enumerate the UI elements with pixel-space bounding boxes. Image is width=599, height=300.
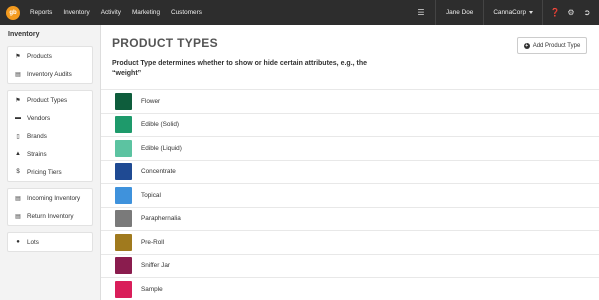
- color-swatch: [115, 233, 132, 251]
- sidebar-item-label: Pricing Tiers: [27, 168, 62, 176]
- flask-icon: ▲: [15, 151, 21, 157]
- color-swatch: [115, 210, 132, 228]
- globe-icon: ●: [16, 239, 20, 245]
- list-item[interactable]: Sniffer Jar: [101, 253, 599, 278]
- sidebar-title: Inventory: [8, 31, 40, 38]
- clipboard-icon: ▤: [15, 71, 21, 78]
- sidebar-item-lots[interactable]: ● Lots: [8, 233, 92, 251]
- sidebar-item-label: Return Inventory: [27, 212, 74, 220]
- color-swatch: [115, 280, 132, 298]
- nav-activity[interactable]: Activity: [101, 9, 121, 16]
- brand-logo[interactable]: gb: [6, 5, 20, 20]
- sidebar-item-label: Incoming Inventory: [27, 194, 81, 202]
- plus-circle-icon: +: [523, 42, 530, 49]
- sidebar-item-incoming-inventory[interactable]: ▤ Incoming Inventory: [8, 189, 92, 207]
- inbox-in-icon: ▤: [15, 195, 21, 202]
- top-navbar: gb Reports Inventory Activity Marketing …: [0, 0, 599, 25]
- sidebar-group: ● Lots: [7, 232, 93, 252]
- color-swatch: [115, 163, 132, 181]
- sidebar-item-label: Inventory Audits: [27, 70, 72, 78]
- list-item[interactable]: Edible (Liquid): [101, 136, 599, 160]
- product-type-name: Sniffer Jar: [141, 262, 171, 270]
- inbox-out-icon: ▤: [15, 213, 21, 220]
- list-item[interactable]: Concentrate: [101, 159, 599, 184]
- product-type-list: Flower Edible (Solid) Edible (Liquid) Co…: [101, 89, 599, 300]
- nav-divider: [542, 0, 543, 25]
- list-item[interactable]: Paraphernalia: [101, 206, 599, 231]
- sidebar-item-label: Lots: [27, 238, 39, 246]
- add-button-label: Add Product Type: [532, 42, 581, 49]
- product-type-name: Paraphernalia: [141, 215, 181, 223]
- bookmark-icon: ▯: [16, 133, 20, 140]
- sidebar-item-pricing-tiers[interactable]: $ Pricing Tiers: [8, 163, 92, 181]
- sidebar-group: ▤ Incoming Inventory ▤ Return Inventory: [7, 188, 93, 226]
- product-type-name: Sample: [141, 285, 163, 293]
- sidebar-item-strains[interactable]: ▲ Strains: [8, 145, 92, 163]
- nav-right: ☰ Jane Doe CannaCorp ❓ ⚙ ➲: [413, 0, 599, 25]
- sidebar-group: ⚑ Products ▤ Inventory Audits: [7, 46, 93, 84]
- sidebar-item-brands[interactable]: ▯ Brands: [8, 127, 92, 145]
- page-title: PRODUCT TYPES: [112, 36, 218, 50]
- user-name[interactable]: Jane Doe: [436, 9, 483, 16]
- product-type-name: Topical: [141, 191, 161, 199]
- nav-reports[interactable]: Reports: [30, 9, 52, 16]
- color-swatch: [115, 116, 132, 134]
- product-type-name: Flower: [141, 97, 161, 105]
- sidebar: Inventory ⚑ Products ▤ Inventory Audits …: [0, 25, 101, 300]
- nav-inventory[interactable]: Inventory: [63, 9, 89, 16]
- tags-icon: ⚑: [15, 97, 21, 104]
- sidebar-item-return-inventory[interactable]: ▤ Return Inventory: [8, 207, 92, 225]
- product-type-name: Edible (Liquid): [141, 144, 182, 152]
- sidebar-item-inventory-audits[interactable]: ▤ Inventory Audits: [8, 65, 92, 83]
- dollar-icon: $: [16, 169, 20, 175]
- tag-icon: ⚑: [15, 53, 21, 60]
- list-item[interactable]: Topical: [101, 183, 599, 207]
- org-dropdown[interactable]: CannaCorp: [484, 9, 542, 16]
- sidebar-item-label: Strains: [27, 150, 47, 158]
- logout-icon[interactable]: ➲: [579, 8, 595, 17]
- add-product-type-button[interactable]: + Add Product Type: [517, 37, 587, 54]
- list-item[interactable]: Flower: [101, 89, 599, 113]
- product-type-name: Concentrate: [141, 168, 176, 176]
- list-icon[interactable]: ☰: [413, 8, 429, 17]
- nav-marketing[interactable]: Marketing: [132, 9, 160, 16]
- sidebar-item-label: Product Types: [27, 96, 68, 104]
- color-swatch: [115, 92, 132, 110]
- gear-icon[interactable]: ⚙: [563, 8, 579, 17]
- help-icon[interactable]: ❓: [547, 8, 563, 17]
- sidebar-group: ⚑ Product Types ▬ Vendors ▯ Brands ▲ Str…: [7, 90, 93, 182]
- sidebar-item-label: Vendors: [27, 114, 51, 122]
- main-content: PRODUCT TYPES + Add Product Type Product…: [101, 25, 599, 300]
- list-item[interactable]: Edible (Solid): [101, 112, 599, 137]
- nav-customers[interactable]: Customers: [171, 9, 202, 16]
- sidebar-item-label: Products: [27, 52, 52, 60]
- color-swatch: [115, 186, 132, 204]
- truck-icon: ▬: [15, 115, 21, 121]
- color-swatch: [115, 139, 132, 157]
- sidebar-item-product-types[interactable]: ⚑ Product Types: [8, 91, 92, 109]
- product-type-name: Pre-Roll: [141, 238, 165, 246]
- list-item[interactable]: Pre-Roll: [101, 230, 599, 254]
- org-name: CannaCorp: [493, 9, 526, 16]
- product-type-name: Edible (Solid): [141, 121, 180, 129]
- page-description: Product Type determines whether to show …: [112, 60, 368, 77]
- main-nav: Reports Inventory Activity Marketing Cus…: [30, 9, 213, 16]
- sidebar-item-vendors[interactable]: ▬ Vendors: [8, 109, 92, 127]
- list-item[interactable]: Sample: [101, 277, 599, 300]
- chevron-down-icon: [529, 11, 533, 14]
- sidebar-item-products[interactable]: ⚑ Products: [8, 47, 92, 65]
- sidebar-item-label: Brands: [27, 132, 47, 140]
- color-swatch: [115, 257, 132, 275]
